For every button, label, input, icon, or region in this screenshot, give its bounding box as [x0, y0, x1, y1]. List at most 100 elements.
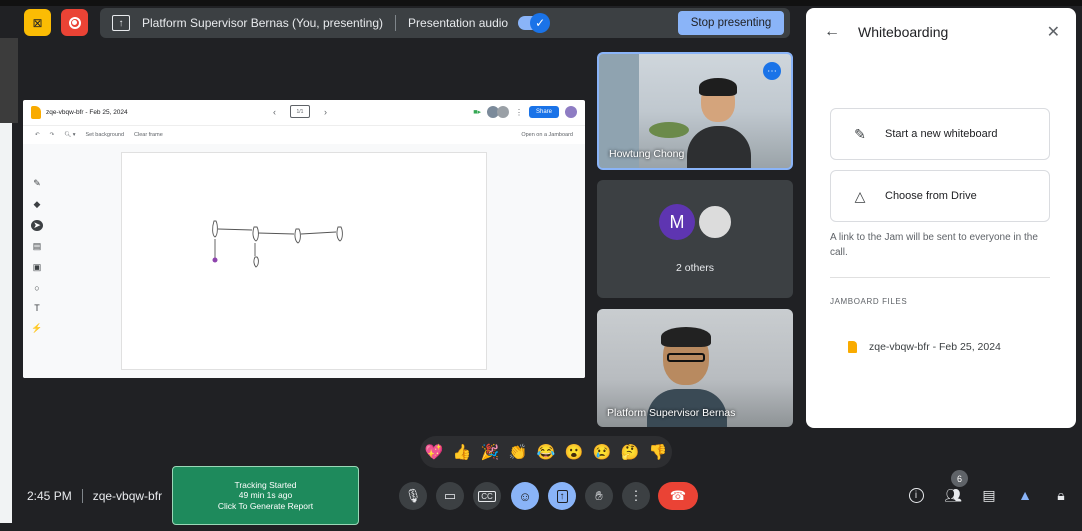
- divider: [81, 489, 83, 503]
- reaction-heart[interactable]: 💖: [421, 439, 447, 465]
- frame-nav: ‹ 1/1 ›: [273, 105, 327, 118]
- hand-icon: ✋︎: [595, 488, 603, 503]
- leave-call-button[interactable]: ☎︎: [658, 482, 698, 510]
- reaction-thumbs-down[interactable]: 👎: [645, 439, 671, 465]
- whiteboard-canvas: [121, 152, 487, 370]
- meeting-info: 2:45 PM zqe-vbqw-bfr: [27, 489, 162, 503]
- chat-button[interactable]: ▤: [978, 484, 1000, 506]
- jamboard-title: zqe-vbqw-bfr - Feb 25, 2024: [46, 109, 128, 116]
- choose-from-drive-label: Choose from Drive: [885, 190, 977, 202]
- person-hair: [699, 78, 737, 96]
- tracking-action: Click To Generate Report: [217, 500, 314, 511]
- jamboard-file-item[interactable]: zqe-vbqw-bfr - Feb 25, 2024: [848, 341, 1001, 353]
- jamboard-header: zqe-vbqw-bfr - Feb 25, 2024 ‹ 1/1 › ■▸ ⋮…: [23, 100, 585, 126]
- jamboard-file-name: zqe-vbqw-bfr - Feb 25, 2024: [869, 341, 1001, 353]
- back-arrow-icon[interactable]: ←: [824, 23, 840, 41]
- person-hair: [661, 327, 711, 347]
- others-avatars: M: [659, 204, 733, 240]
- chat-icon: ▤: [982, 486, 996, 503]
- reaction-thumbs-up[interactable]: 👍: [449, 439, 475, 465]
- prev-frame-icon: ‹: [273, 106, 276, 117]
- pen-icon: ✎: [854, 125, 866, 142]
- circle-icon: ○: [34, 283, 40, 293]
- next-frame-icon: ›: [324, 106, 327, 117]
- emoji-icon: ☺: [518, 488, 532, 504]
- record-icon: [68, 16, 81, 29]
- stop-presenting-button[interactable]: Stop presenting: [678, 11, 784, 35]
- panel-note: A link to the Jam will be sent to everyo…: [830, 232, 1038, 258]
- top-edge: [0, 0, 1082, 6]
- activities-button[interactable]: ▲: [1014, 484, 1036, 506]
- raise-hand-button[interactable]: ✋︎: [585, 482, 613, 510]
- whiteboarding-panel: ← Whiteboarding ✕ ✎ Start a new whiteboa…: [806, 8, 1076, 428]
- microphone-button[interactable]: 🎙︎: [399, 482, 427, 510]
- screen-off-icon: ⊠: [32, 15, 43, 30]
- select-icon: ➤: [31, 220, 43, 231]
- microphone-icon: 🎙︎: [404, 488, 422, 503]
- divider: [830, 277, 1050, 278]
- textbox-icon: T: [34, 303, 40, 313]
- present-now-button[interactable]: ↑: [548, 482, 576, 510]
- captions-button[interactable]: CC: [473, 482, 501, 510]
- participant-video: [687, 78, 751, 168]
- reaction-clap[interactable]: 👏: [505, 439, 531, 465]
- host-controls-button[interactable]: 🔒︎: [1050, 484, 1072, 506]
- meeting-details-button[interactable]: i: [905, 484, 927, 506]
- people-button[interactable]: 👥︎: [942, 484, 964, 506]
- jamboard-share-button: Share: [528, 106, 559, 118]
- meeting-time: 2:45 PM: [27, 489, 72, 503]
- participant-tile-others[interactable]: M 2 others: [597, 180, 793, 298]
- sticky-note-icon: ▤: [32, 241, 42, 251]
- captions-icon: CC: [478, 490, 496, 502]
- end-call-icon: ☎︎: [669, 488, 687, 503]
- reaction-party[interactable]: 🎉: [477, 439, 503, 465]
- close-icon[interactable]: ✕: [1047, 22, 1060, 42]
- tracking-elapsed: 49 min 1s ago: [238, 490, 293, 501]
- choose-from-drive-button[interactable]: △ Choose from Drive: [830, 170, 1050, 222]
- eraser-icon: ◆: [33, 199, 41, 209]
- more-options-button[interactable]: ⋮: [622, 482, 650, 510]
- reaction-thinking[interactable]: 🤔: [617, 439, 643, 465]
- open-on-jamboard-label: Open on a Jamboard: [521, 132, 573, 138]
- presentation-audio-toggle[interactable]: ✓: [518, 13, 551, 33]
- reactions-button[interactable]: ☺: [511, 482, 539, 510]
- others-label: 2 others: [676, 262, 714, 274]
- participant-tile-bernas[interactable]: Platform Supervisor Bernas: [597, 309, 793, 427]
- meet-window: ⊠ ↑ Platform Supervisor Bernas (You, pre…: [0, 0, 1082, 531]
- jamboard-toolbar: ↶ ↷ 🔍︎ ▾ Set background Clear frame Open…: [23, 126, 585, 144]
- meet-icon: ■▸: [473, 109, 481, 116]
- more-vert-icon: ⋮: [629, 488, 643, 503]
- info-icon: i: [908, 487, 924, 503]
- presentation-audio-label: Presentation audio: [408, 16, 509, 30]
- present-off-button[interactable]: ⊠: [24, 9, 51, 36]
- start-new-whiteboard-button[interactable]: ✎ Start a new whiteboard: [830, 108, 1050, 160]
- person-body: [687, 126, 751, 168]
- set-background-label: Set background: [85, 132, 125, 138]
- tracking-status: Tracking Started: [234, 479, 297, 490]
- reaction-laugh[interactable]: 😂: [533, 439, 559, 465]
- reaction-surprised[interactable]: 😮: [561, 439, 587, 465]
- lock-person-icon: 🔒︎: [1057, 486, 1065, 503]
- reaction-sad[interactable]: 😢: [589, 439, 615, 465]
- glasses: [667, 353, 705, 362]
- avatar: M: [659, 204, 695, 240]
- record-button[interactable]: [61, 9, 88, 36]
- jamboard-file-icon: [848, 341, 857, 353]
- left-edge-light: [0, 123, 12, 523]
- participant-tile-howtung[interactable]: ⋯ Howtung Chong: [597, 52, 793, 170]
- frame-counter: 1/1: [290, 105, 310, 118]
- avatar: [697, 204, 733, 240]
- present-screen-icon: ↑: [556, 489, 568, 503]
- meeting-code: zqe-vbqw-bfr: [92, 489, 163, 503]
- tracking-report-button[interactable]: Tracking Started 49 min 1s ago Click To …: [172, 466, 359, 525]
- tile-more-options-button[interactable]: ⋯: [763, 62, 781, 80]
- present-screen-icon: ↑: [112, 15, 130, 31]
- camera-button[interactable]: ▭: [436, 482, 464, 510]
- drive-icon: △: [854, 187, 866, 204]
- jamboard-logo-icon: [31, 106, 41, 119]
- shared-screen: zqe-vbqw-bfr - Feb 25, 2024 ‹ 1/1 › ■▸ ⋮…: [23, 100, 585, 378]
- people-icon: 👥︎: [944, 486, 962, 503]
- activities-icon: ▲: [1018, 487, 1032, 503]
- laser-icon: ⚡: [31, 323, 43, 333]
- zoom-icon: 🔍︎ ▾: [64, 132, 76, 138]
